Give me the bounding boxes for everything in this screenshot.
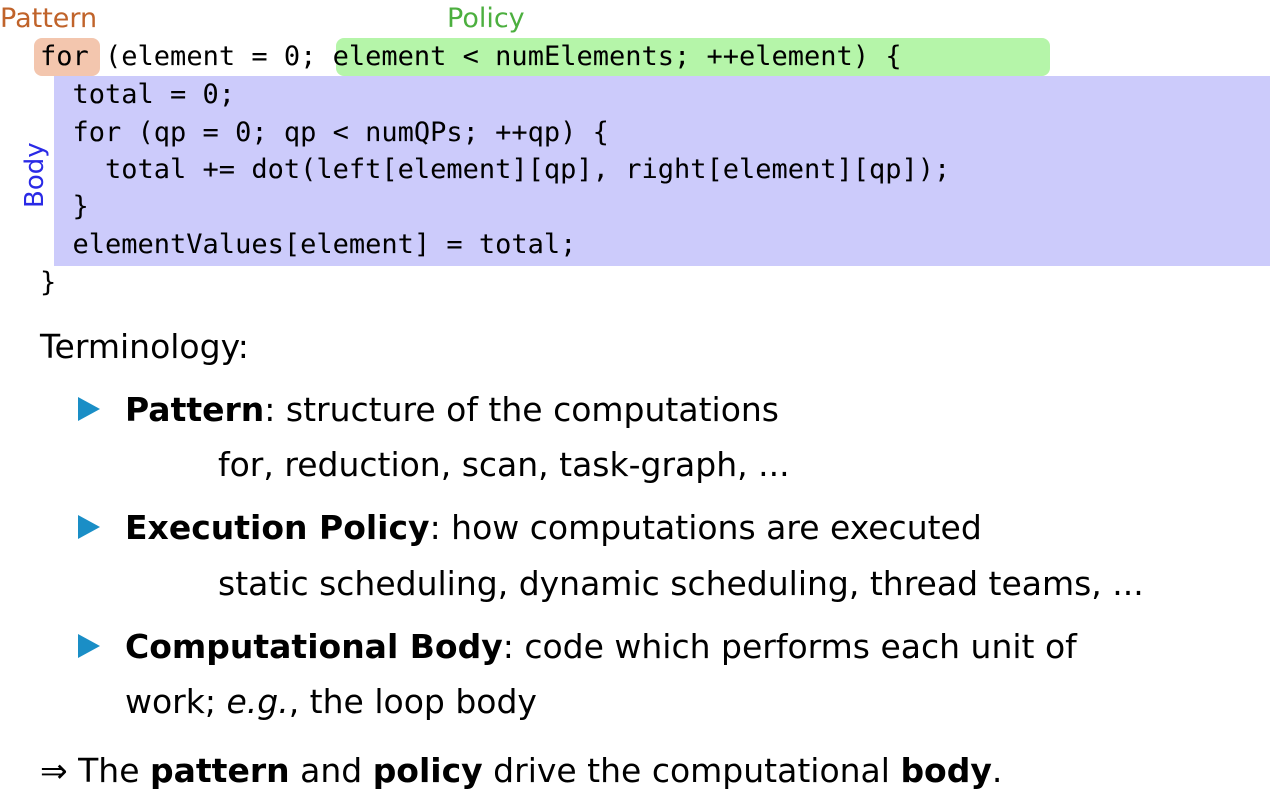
code-line-for: for (element = 0; element < numElements;… <box>40 39 902 75</box>
conclusion: ⇒ The pattern and policy drive the compu… <box>40 751 1003 790</box>
code-line: elementValues[element] = total; <box>40 229 577 260</box>
policy-label: Policy <box>447 3 525 34</box>
pattern-label: Pattern <box>0 3 98 34</box>
term-computational-body: Computational Body: code which performs … <box>125 627 1077 666</box>
bullet-triangle-icon <box>78 397 100 421</box>
code-line: for (qp = 0; qp < numQPs; ++qp) { <box>40 117 609 148</box>
term-pattern-examples: for, reduction, scan, task-graph, ... <box>218 445 790 484</box>
code-close-paren: ) { <box>852 41 902 72</box>
term-execution-policy: Execution Policy: how computations are e… <box>125 508 982 547</box>
term-pattern: Pattern: structure of the computations <box>125 390 779 429</box>
implies-arrow-icon: ⇒ <box>40 751 68 790</box>
code-line-closing: } <box>40 267 57 298</box>
code-policy-text: 0; element < numElements; ++element <box>283 41 853 72</box>
bullet-triangle-icon <box>78 515 100 539</box>
bullet-triangle-icon <box>78 634 100 658</box>
code-open-paren: (element = <box>88 41 284 72</box>
code-line: total = 0; <box>40 79 236 110</box>
term-computational-body-line2: work; e.g., the loop body <box>125 682 537 721</box>
term-execution-policy-examples: static scheduling, dynamic scheduling, t… <box>218 564 1144 603</box>
code-line: total += dot(left[element][qp], right[el… <box>40 154 951 185</box>
terminology-heading: Terminology: <box>40 327 249 366</box>
code-for-keyword: for <box>40 41 89 72</box>
code-line: } <box>40 191 89 222</box>
